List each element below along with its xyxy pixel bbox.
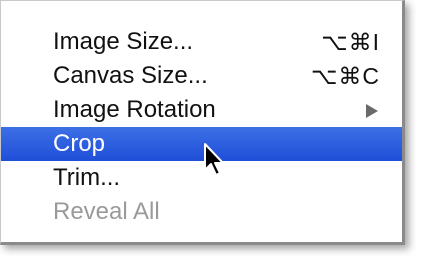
menu-item-label: Image Size... [53, 28, 194, 55]
menu-item-label: Crop [53, 130, 106, 157]
menu-item-label: Trim... [53, 164, 121, 191]
menu-item-label: Image Rotation [53, 96, 216, 123]
menu-item-shortcut: ⌥⌘I [321, 29, 380, 55]
menu-item-image-rotation[interactable]: Image Rotation [1, 93, 402, 127]
submenu-arrow-icon [366, 104, 378, 118]
menu-item-reveal-all: Reveal All [1, 195, 402, 229]
menu-item-crop[interactable]: Crop [1, 127, 402, 161]
menu-item-canvas-size[interactable]: Canvas Size... ⌥⌘C [1, 59, 402, 93]
image-menu: Image Size... ⌥⌘I Canvas Size... ⌥⌘C Ima… [0, 0, 405, 245]
menu-item-label: Reveal All [53, 198, 160, 225]
menu-item-trim[interactable]: Trim... [1, 161, 402, 195]
menu-item-image-size[interactable]: Image Size... ⌥⌘I [1, 25, 402, 59]
arrow-cursor-icon [204, 143, 224, 176]
menu-item-label: Canvas Size... [53, 62, 208, 89]
menu-item-shortcut: ⌥⌘C [310, 63, 380, 89]
